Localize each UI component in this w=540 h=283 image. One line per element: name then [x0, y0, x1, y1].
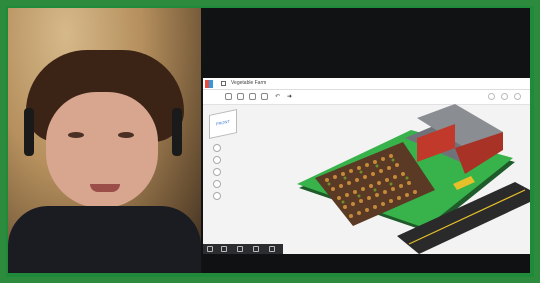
brush-icon[interactable] — [237, 246, 243, 252]
person-eye-left — [68, 132, 84, 138]
tinkercad-window: Vegetable Farm ↶ ➜ FRONT — [203, 78, 530, 254]
workplane-3d-scene[interactable] — [203, 78, 530, 254]
person-eye-right — [118, 132, 134, 138]
ruler-icon[interactable] — [253, 246, 259, 252]
pan-icon[interactable] — [221, 246, 227, 252]
screen-bottom-strip — [203, 254, 530, 273]
screen-area: Vegetable Farm ↶ ➜ FRONT — [8, 8, 530, 273]
headset-right — [172, 108, 182, 156]
select-icon[interactable] — [207, 246, 213, 252]
close-icon[interactable] — [269, 246, 275, 252]
headset-left — [24, 108, 34, 156]
person-shirt — [8, 206, 201, 273]
webcam-feed — [8, 8, 201, 273]
person-mouth — [90, 184, 120, 192]
bottom-toolbar — [203, 244, 283, 254]
